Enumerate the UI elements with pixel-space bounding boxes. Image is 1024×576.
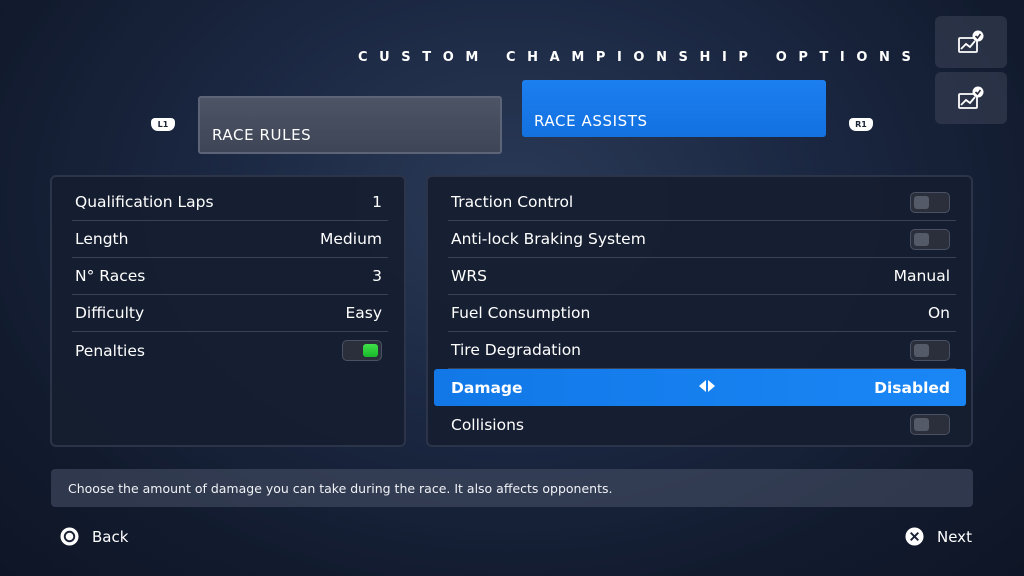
next-label: Next [937, 527, 972, 546]
tab-race-assists-label: RACE ASSISTS [534, 112, 648, 130]
option-label: Difficulty [75, 304, 145, 322]
option-row-difficulty[interactable]: Difficulty Easy [72, 295, 388, 332]
tab-race-rules[interactable]: RACE RULES [198, 96, 502, 154]
option-row-traction-control[interactable]: Traction Control [448, 184, 956, 221]
chart-check-icon [958, 86, 984, 109]
page-title: CUSTOM CHAMPIONSHIP OPTIONS [358, 50, 923, 65]
toggle-knob [363, 344, 378, 357]
option-value: Medium [320, 230, 382, 248]
back-label: Back [92, 527, 129, 546]
toggle-knob [914, 195, 929, 209]
r1-shoulder-button-icon[interactable]: R1 [849, 118, 873, 131]
abs-toggle[interactable] [910, 228, 950, 250]
option-value: Easy [345, 304, 382, 322]
penalties-toggle[interactable] [342, 340, 382, 361]
option-row-abs[interactable]: Anti-lock Braking System [448, 221, 956, 258]
option-value: Manual [893, 267, 950, 285]
option-row-wrs[interactable]: WRS Manual [448, 258, 956, 295]
option-row-tire-degradation[interactable]: Tire Degradation [448, 332, 956, 369]
option-row-fuel-consumption[interactable]: Fuel Consumption On [448, 295, 956, 332]
hint-bar: Choose the amount of damage you can take… [51, 469, 973, 507]
option-label: Traction Control [451, 193, 574, 211]
circle-button-icon [60, 527, 79, 546]
option-label: Collisions [451, 415, 524, 434]
option-row-penalties[interactable]: Penalties [72, 332, 388, 369]
option-row-damage[interactable]: Damage Disabled [434, 369, 966, 406]
option-row-races[interactable]: N° Races 3 [72, 258, 388, 295]
l1-shoulder-button-icon[interactable]: L1 [151, 118, 175, 131]
arrow-left-icon [699, 380, 706, 392]
toggle-knob [914, 232, 929, 246]
option-label: N° Races [75, 267, 146, 285]
option-value: On [927, 304, 950, 322]
race-rules-panel: Qualification Laps 1 Length Medium N° Ra… [50, 175, 406, 447]
option-row-collisions[interactable]: Collisions [448, 406, 956, 443]
option-label: Length [75, 230, 129, 248]
option-label: Qualification Laps [75, 193, 214, 211]
option-value: 3 [372, 267, 382, 285]
chart-check-button[interactable] [935, 16, 1007, 68]
back-button[interactable]: Back [60, 527, 128, 546]
left-right-arrows-icon[interactable] [699, 380, 715, 392]
tire-degradation-toggle[interactable] [910, 339, 950, 361]
traction-control-toggle[interactable] [910, 191, 950, 213]
toggle-knob [914, 343, 929, 357]
hint-text: Choose the amount of damage you can take… [68, 480, 613, 496]
arrow-right-icon [708, 380, 715, 392]
tab-race-assists[interactable]: RACE ASSISTS [522, 80, 826, 137]
option-row-qualification-laps[interactable]: Qualification Laps 1 [72, 184, 388, 221]
toggle-knob [914, 418, 929, 431]
option-value: Disabled [874, 378, 950, 397]
cross-button-icon [905, 527, 924, 546]
tab-race-rules-label: RACE RULES [212, 126, 312, 144]
next-button[interactable]: Next [905, 527, 972, 546]
option-label: Damage [451, 378, 523, 397]
race-assists-panel: Traction Control Anti-lock Braking Syste… [426, 175, 973, 447]
option-label: Penalties [75, 341, 145, 360]
option-label: Fuel Consumption [451, 304, 591, 322]
option-label: WRS [451, 267, 487, 285]
option-label: Anti-lock Braking System [451, 230, 646, 248]
option-row-length[interactable]: Length Medium [72, 221, 388, 258]
option-value: 1 [372, 193, 382, 211]
collisions-toggle[interactable] [910, 414, 950, 435]
chart-check-icon [958, 30, 984, 53]
option-label: Tire Degradation [451, 341, 582, 359]
chart-check-button-2[interactable] [935, 72, 1007, 124]
